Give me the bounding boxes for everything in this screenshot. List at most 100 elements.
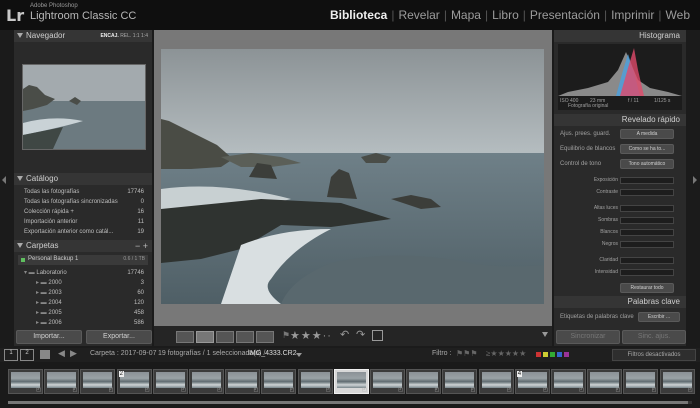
shadows-slider[interactable]	[620, 217, 674, 224]
navigator-preview[interactable]	[22, 64, 146, 150]
back-arrow-icon[interactable]: ◀	[58, 348, 65, 359]
filmstrip-thumbnail[interactable]: ◰	[189, 369, 224, 394]
folder-label[interactable]: Carpeta : 2017-09-07	[90, 350, 157, 357]
auto-tone-button[interactable]: Tono automático	[620, 159, 674, 169]
filmstrip-thumbnail[interactable]: ◰	[370, 369, 405, 394]
loupe-view-icon[interactable]	[196, 331, 214, 343]
keywords-header[interactable]: Palabras clave	[554, 296, 686, 308]
flag-icon[interactable]: ⚑	[282, 330, 290, 341]
module-mapa[interactable]: Mapa	[447, 8, 485, 22]
filmstrip-thumbnail[interactable]: ◰	[44, 369, 80, 394]
module-biblioteca[interactable]: Biblioteca	[326, 8, 391, 22]
filmstrip-thumbnail[interactable]: ◰	[261, 369, 297, 394]
reset-all-button[interactable]: Restaurar todo	[620, 283, 674, 293]
filmstrip-thumbnail[interactable]: ◰	[8, 369, 43, 394]
catalog-item[interactable]: Todas las fotografías sincronizadas 0	[24, 198, 144, 206]
filmstrip-thumbnail[interactable]: ◰	[587, 369, 623, 394]
filter-stars[interactable]: ≥★★★★★	[486, 349, 526, 358]
wb-select[interactable]: Como se ha to...	[620, 144, 674, 154]
filter-color-blue-icon[interactable]	[557, 352, 562, 357]
filmstrip-thumbnail[interactable]: ◰	[333, 369, 369, 394]
secondary-window-1[interactable]: 1	[4, 349, 18, 361]
filmstrip-thumbnail[interactable]: ◰	[551, 369, 586, 394]
stack-count-badge[interactable]: 4	[516, 371, 523, 377]
filmstrip-thumbnail[interactable]: ◰ 2	[116, 369, 152, 394]
survey-view-icon[interactable]	[236, 331, 254, 343]
navigator-header[interactable]: Navegador ENCAJ. REL. 1:1 1:4	[14, 30, 152, 42]
main-photo[interactable]	[161, 49, 544, 304]
filter-color-red-icon[interactable]	[536, 352, 541, 357]
catalog-item[interactable]: Colección rápida +16	[24, 208, 144, 216]
whites-slider[interactable]	[620, 229, 674, 236]
rating-stars[interactable]: ★★★··	[290, 329, 332, 342]
volume-row[interactable]: Personal Backup 1 0.6 / 1 TB	[18, 255, 148, 265]
forward-arrow-icon[interactable]: ▶	[70, 348, 77, 359]
filter-color-yellow-icon[interactable]	[543, 352, 548, 357]
add-folder-icon[interactable]: − +	[135, 240, 148, 252]
filmstrip-scrollbar[interactable]	[8, 401, 692, 404]
histogram-header[interactable]: Histograma	[554, 30, 686, 42]
filmstrip-thumbnail[interactable]: ◰ 4	[514, 369, 550, 394]
filmstrip-thumbnail[interactable]: ◰	[225, 369, 261, 394]
filmstrip-thumbnail[interactable]: ◰	[297, 369, 333, 394]
module-imprimir[interactable]: Imprimir	[607, 8, 658, 22]
rotate-right-icon[interactable]: ↷	[356, 328, 365, 341]
module-revelar[interactable]: Revelar	[394, 8, 443, 22]
secondary-window-2[interactable]: 2	[20, 349, 34, 361]
folder-item[interactable]: ▸ ▬ 2003 60	[36, 289, 144, 297]
vibrance-slider[interactable]	[620, 269, 674, 276]
collapse-left-icon[interactable]	[2, 176, 6, 184]
filmstrip-thumbnail[interactable]: ◰	[623, 369, 659, 394]
zoom-fit[interactable]: ENCAJ.	[100, 33, 118, 39]
module-libro[interactable]: Libro	[488, 8, 523, 22]
module-web[interactable]: Web	[662, 8, 694, 22]
zoom-fill[interactable]: REL.	[120, 33, 131, 39]
grid-view-icon[interactable]	[176, 331, 194, 343]
keyword-mode-select[interactable]: Escribir ...	[638, 312, 680, 322]
folder-item[interactable]: ▸ ▬ 2004 120	[36, 299, 144, 307]
module-presentacion[interactable]: Presentación	[526, 8, 604, 22]
sync-button[interactable]: Sincronizar	[556, 330, 620, 344]
filter-select[interactable]: Filtros desactivados	[612, 349, 696, 361]
stack-count-badge[interactable]: 2	[118, 371, 124, 377]
filename-dropdown-icon[interactable]	[296, 353, 302, 357]
filter-color-purple-icon[interactable]	[564, 352, 569, 357]
folder-root[interactable]: ▾ ▬ Laboratorio 17746	[24, 269, 144, 277]
quick-develop-header[interactable]: Revelado rápido	[554, 114, 686, 126]
export-button[interactable]: Exportar...	[86, 330, 152, 344]
catalog-item[interactable]: Importación anterior 11	[24, 218, 144, 226]
exposure-slider[interactable]	[620, 177, 674, 184]
folder-item[interactable]: ▸ ▬ 2005 458	[36, 309, 144, 317]
filmstrip-thumbnail[interactable]: ◰	[442, 369, 478, 394]
catalog-item[interactable]: Exportación anterior como catál... 19	[24, 228, 144, 236]
toolbar-menu-icon[interactable]	[542, 332, 548, 337]
catalog-item[interactable]: Todas las fotografías 17746	[24, 188, 144, 196]
filter-color-green-icon[interactable]	[550, 352, 555, 357]
zoom-1-1[interactable]: 1:1	[133, 33, 140, 39]
filmstrip-thumbnail[interactable]: ◰	[478, 369, 514, 394]
filmstrip-thumbnail[interactable]: ◰	[659, 369, 695, 394]
catalog-header[interactable]: Catálogo	[14, 173, 152, 185]
crop-icon[interactable]	[372, 330, 383, 341]
filmstrip-thumbnail[interactable]: ◰	[406, 369, 442, 394]
folders-header[interactable]: Carpetas − +	[14, 240, 152, 252]
grid-icon[interactable]	[40, 350, 50, 359]
folder-item[interactable]: ▸ ▬ 2006 586	[36, 319, 144, 327]
folder-item[interactable]: ▸ ▬ 2000 3	[36, 279, 144, 287]
original-photo-label[interactable]: Fotografía original	[568, 103, 608, 109]
filmstrip-thumbnail[interactable]: ◰	[80, 369, 116, 394]
filter-flags[interactable]: ⚑⚑⚑	[456, 349, 478, 358]
people-view-icon[interactable]	[256, 331, 274, 343]
highlights-slider[interactable]	[620, 205, 674, 212]
compare-view-icon[interactable]	[216, 331, 234, 343]
import-button[interactable]: Importar...	[16, 330, 82, 344]
contrast-slider[interactable]	[620, 189, 674, 196]
filmstrip-scroll-thumb[interactable]	[8, 401, 688, 404]
clarity-slider[interactable]	[620, 257, 674, 264]
collapse-right-icon[interactable]	[693, 176, 697, 184]
zoom-1-4[interactable]: 1:4	[141, 33, 148, 39]
preset-select[interactable]: A medida	[620, 129, 674, 139]
sync-settings-button[interactable]: Sinc. ajus.	[622, 330, 686, 344]
filmstrip-thumbnail[interactable]: ◰	[152, 369, 188, 394]
rotate-left-icon[interactable]: ↶	[340, 328, 349, 341]
